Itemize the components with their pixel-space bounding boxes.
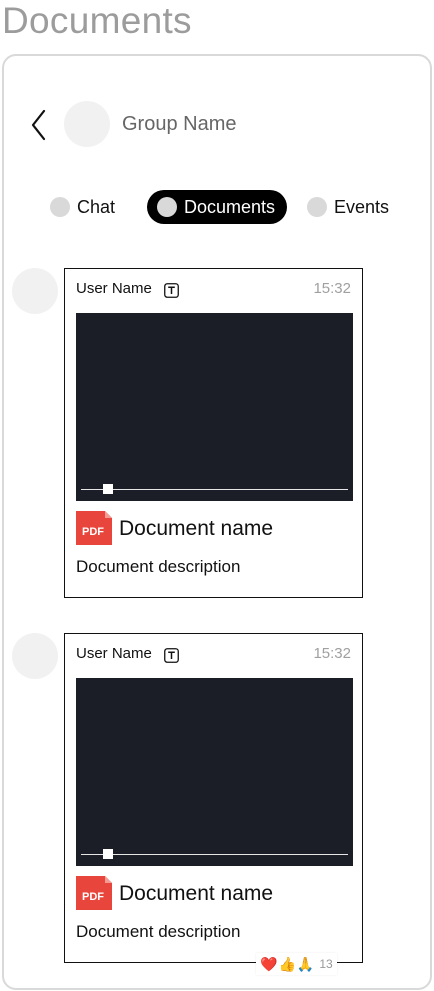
text-type-icon: [164, 648, 179, 663]
document-message-card[interactable]: User Name 15:32 PDF Document name Docume…: [64, 268, 363, 598]
tab-documents-label: Documents: [184, 196, 276, 217]
tab-events-icon: [307, 197, 327, 217]
tab-bar: Chat Documents Events: [4, 190, 430, 226]
heart-reaction-icon: ❤️: [260, 955, 278, 972]
pray-reaction-icon: 🙏: [296, 955, 315, 972]
document-description: Document description: [76, 557, 241, 576]
tab-events-label: Events: [334, 196, 390, 217]
reaction-count: 13: [319, 957, 333, 971]
tab-chat-label: Chat: [77, 196, 116, 217]
reaction-summary[interactable]: ❤️ 👍 🙏 13: [256, 953, 337, 975]
preview-scrub-track[interactable]: [81, 854, 348, 855]
pdf-icon-label: PDF: [82, 526, 104, 538]
pdf-file-icon: PDF: [76, 511, 112, 545]
document-title-row[interactable]: PDF Document name: [76, 876, 356, 912]
preview-scrub-thumb[interactable]: [103, 849, 113, 859]
document-title-row[interactable]: PDF Document name: [76, 511, 356, 547]
message-header: User Name 15:32: [76, 644, 351, 668]
tab-documents[interactable]: Documents: [147, 190, 288, 224]
user-name[interactable]: User Name: [76, 280, 152, 297]
tab-documents-icon: [157, 197, 177, 217]
thumbs-up-reaction-icon: 👍: [278, 955, 296, 972]
preview-scrub-track[interactable]: [81, 489, 348, 490]
document-name[interactable]: Document name: [119, 517, 273, 541]
phone-frame: Group Name Chat Documents Events User Na…: [2, 54, 432, 990]
message-time: 15:32: [313, 645, 351, 662]
tab-chat-icon: [50, 197, 70, 217]
message-header: User Name 15:32: [76, 279, 351, 303]
document-name[interactable]: Document name: [119, 882, 273, 906]
document-preview[interactable]: [76, 678, 353, 866]
tab-chat[interactable]: Chat: [50, 190, 115, 224]
sender-avatar[interactable]: [12, 268, 58, 314]
back-chevron-icon[interactable]: [28, 108, 50, 142]
tab-events[interactable]: Events: [307, 190, 389, 224]
sender-avatar[interactable]: [12, 633, 58, 679]
document-message-card[interactable]: User Name 15:32 PDF Document name Docume…: [64, 633, 363, 963]
pdf-file-icon: PDF: [76, 876, 112, 910]
pdf-icon-label: PDF: [82, 891, 104, 903]
user-name[interactable]: User Name: [76, 645, 152, 662]
text-type-icon: [164, 283, 179, 298]
group-name[interactable]: Group Name: [122, 113, 237, 136]
document-preview[interactable]: [76, 313, 353, 501]
message-time: 15:32: [313, 280, 351, 297]
document-description: Document description: [76, 922, 241, 941]
page-title: Documents: [2, 0, 192, 41]
preview-scrub-thumb[interactable]: [103, 484, 113, 494]
chat-header: Group Name: [4, 96, 430, 156]
group-avatar[interactable]: [64, 101, 110, 147]
